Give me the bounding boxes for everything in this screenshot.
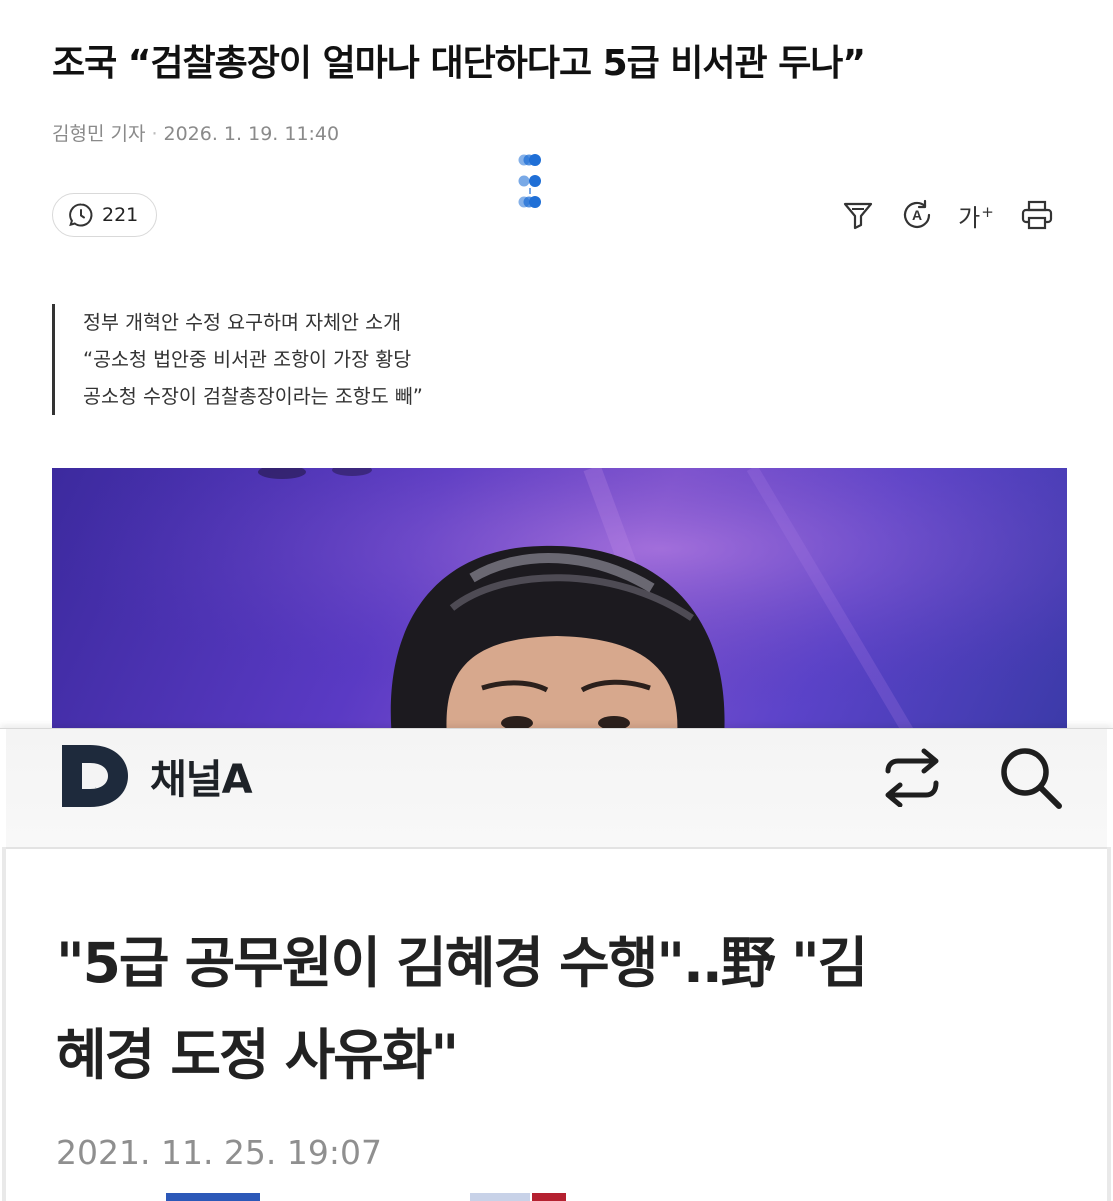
headline-line: 혜경 도정 사유화" <box>56 1023 459 1087</box>
app-header: D 채널A <box>6 729 1107 849</box>
bottom-article-screenshot: D 채널A "5급 공무원이 김혜경 수행"..野 "김 혜경 도정 사유화" … <box>0 728 1113 1201</box>
article-datetime: 2026. 1. 19. 11:40 <box>163 123 340 145</box>
print-icon <box>1021 200 1053 230</box>
search-icon[interactable] <box>996 743 1066 813</box>
print-button[interactable] <box>1019 196 1055 234</box>
comment-button[interactable]: 221 <box>52 193 157 237</box>
frame-border-right <box>1107 847 1111 1201</box>
summary-line: 공소청 수장이 검찰총장이라는 조항도 빼” <box>83 385 423 408</box>
bottom-article-headline: "5급 공무원이 김혜경 수행"..野 "김 혜경 도정 사유화" <box>56 917 1056 1101</box>
frame-border-left <box>2 847 6 1201</box>
headline-line: "5급 공무원이 김혜경 수행"..野 "김 <box>56 931 868 995</box>
share-icon[interactable] <box>878 747 946 807</box>
svg-text:A: A <box>912 207 922 223</box>
article-byline: 김형민 기자 · 2026. 1. 19. 11:40 <box>52 119 339 146</box>
byline-separator: · <box>151 123 158 145</box>
translate-icon: A <box>903 199 931 228</box>
font-size-button[interactable]: 가+ <box>958 196 994 234</box>
summary-line: “공소청 법안중 비서관 조항이 가장 황당 <box>83 348 412 371</box>
filter-button[interactable] <box>840 196 876 234</box>
loading-spinner-icon <box>518 154 541 208</box>
photo-illustration <box>52 468 1067 728</box>
font-size-icon: 가+ <box>958 202 994 232</box>
comment-count: 221 <box>102 204 139 226</box>
top-article-screenshot: 조국 “검찰총장이 얼마나 대단하다고 5급 비서관 두나” 김형민 기자 · 20… <box>0 0 1113 728</box>
article-headline: 조국 “검찰총장이 얼마나 대단하다고 5급 비서관 두나” <box>52 43 866 84</box>
translate-button[interactable]: A <box>899 196 935 234</box>
article-summary: 정부 개혁안 수정 요구하며 자체안 소개 “공소청 법안중 비서관 조항이 가… <box>52 304 423 415</box>
author-name[interactable]: 김형민 기자 <box>52 123 145 145</box>
channel-a-logo-icon[interactable]: D <box>60 743 130 809</box>
bottom-article-datetime: 2021. 11. 25. 19:07 <box>56 1133 383 1172</box>
filter-icon <box>843 202 873 230</box>
summary-line: 정부 개혁안 수정 요구하며 자체안 소개 <box>83 311 402 334</box>
comment-icon <box>69 203 93 227</box>
article-photo <box>52 468 1067 728</box>
brand-name[interactable]: 채널A <box>150 747 253 805</box>
